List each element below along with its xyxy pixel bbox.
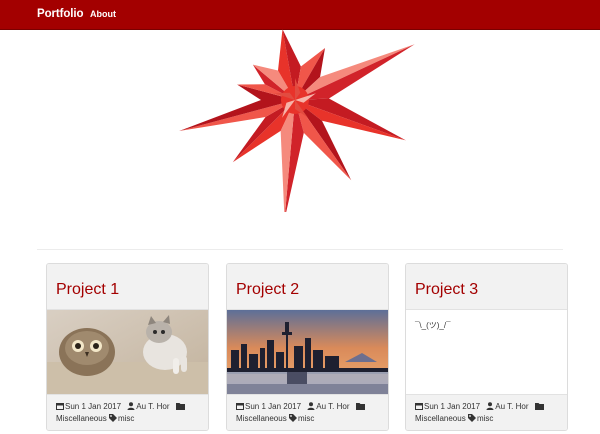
shrug-text: ¯\_(ツ)_/¯: [415, 321, 451, 330]
owl-and-kitten-photo[interactable]: [47, 310, 208, 394]
project-title[interactable]: Project 2: [236, 281, 299, 299]
card-header: Project 3: [406, 264, 567, 310]
project-date: Sun 1 Jan 2017: [245, 402, 302, 411]
tag-link[interactable]: misc: [477, 414, 493, 423]
folder-icon: [355, 402, 365, 413]
brand-link[interactable]: Portfolio: [37, 8, 83, 20]
calendar-icon: [236, 402, 244, 413]
project-title[interactable]: Project 3: [415, 281, 478, 299]
tag-icon: [108, 414, 117, 425]
project-date: Sun 1 Jan 2017: [65, 402, 122, 411]
project-date: Sun 1 Jan 2017: [424, 402, 481, 411]
category-link[interactable]: Miscellaneous: [56, 414, 107, 423]
tag-icon: [288, 414, 297, 425]
calendar-icon: [56, 402, 64, 413]
card-header: Project 2: [227, 264, 388, 310]
user-icon: [127, 402, 135, 413]
category-link[interactable]: Miscellaneous: [415, 414, 466, 423]
tag-link[interactable]: misc: [118, 414, 134, 423]
card-meta: Sun 1 Jan 2017 Au T. Hor Miscellaneous m…: [227, 394, 388, 430]
city-skyline-at-sunset-photo[interactable]: [227, 310, 388, 394]
spikey-star-logo-icon: [160, 22, 430, 220]
user-icon: [486, 402, 494, 413]
section-divider: [37, 249, 563, 250]
user-icon: [307, 402, 315, 413]
project-card-3[interactable]: Project 3 ¯\_(ツ)_/¯ Sun 1 Jan 2017 Au T.…: [405, 263, 568, 431]
project-card-2[interactable]: Project 2 Sun 1 Jan 2017 Au T. Hor Misce…: [226, 263, 389, 431]
category-link[interactable]: Miscellaneous: [236, 414, 287, 423]
calendar-icon: [415, 402, 423, 413]
project-author: Au T. Hor: [495, 402, 529, 411]
card-meta: Sun 1 Jan 2017 Au T. Hor Miscellaneous m…: [406, 394, 567, 430]
folder-icon: [175, 402, 185, 413]
project-title[interactable]: Project 1: [56, 281, 119, 299]
project-card-1[interactable]: Project 1 Sun 1 Jan 2017 Au T. Hor Misce…: [46, 263, 209, 431]
tag-link[interactable]: misc: [298, 414, 314, 423]
card-meta: Sun 1 Jan 2017 Au T. Hor Miscellaneous m…: [47, 394, 208, 430]
tag-icon: [467, 414, 476, 425]
project-author: Au T. Hor: [136, 402, 170, 411]
card-header: Project 1: [47, 264, 208, 310]
project-author: Au T. Hor: [316, 402, 350, 411]
nav-link-about[interactable]: About: [90, 9, 116, 19]
folder-icon: [534, 402, 544, 413]
